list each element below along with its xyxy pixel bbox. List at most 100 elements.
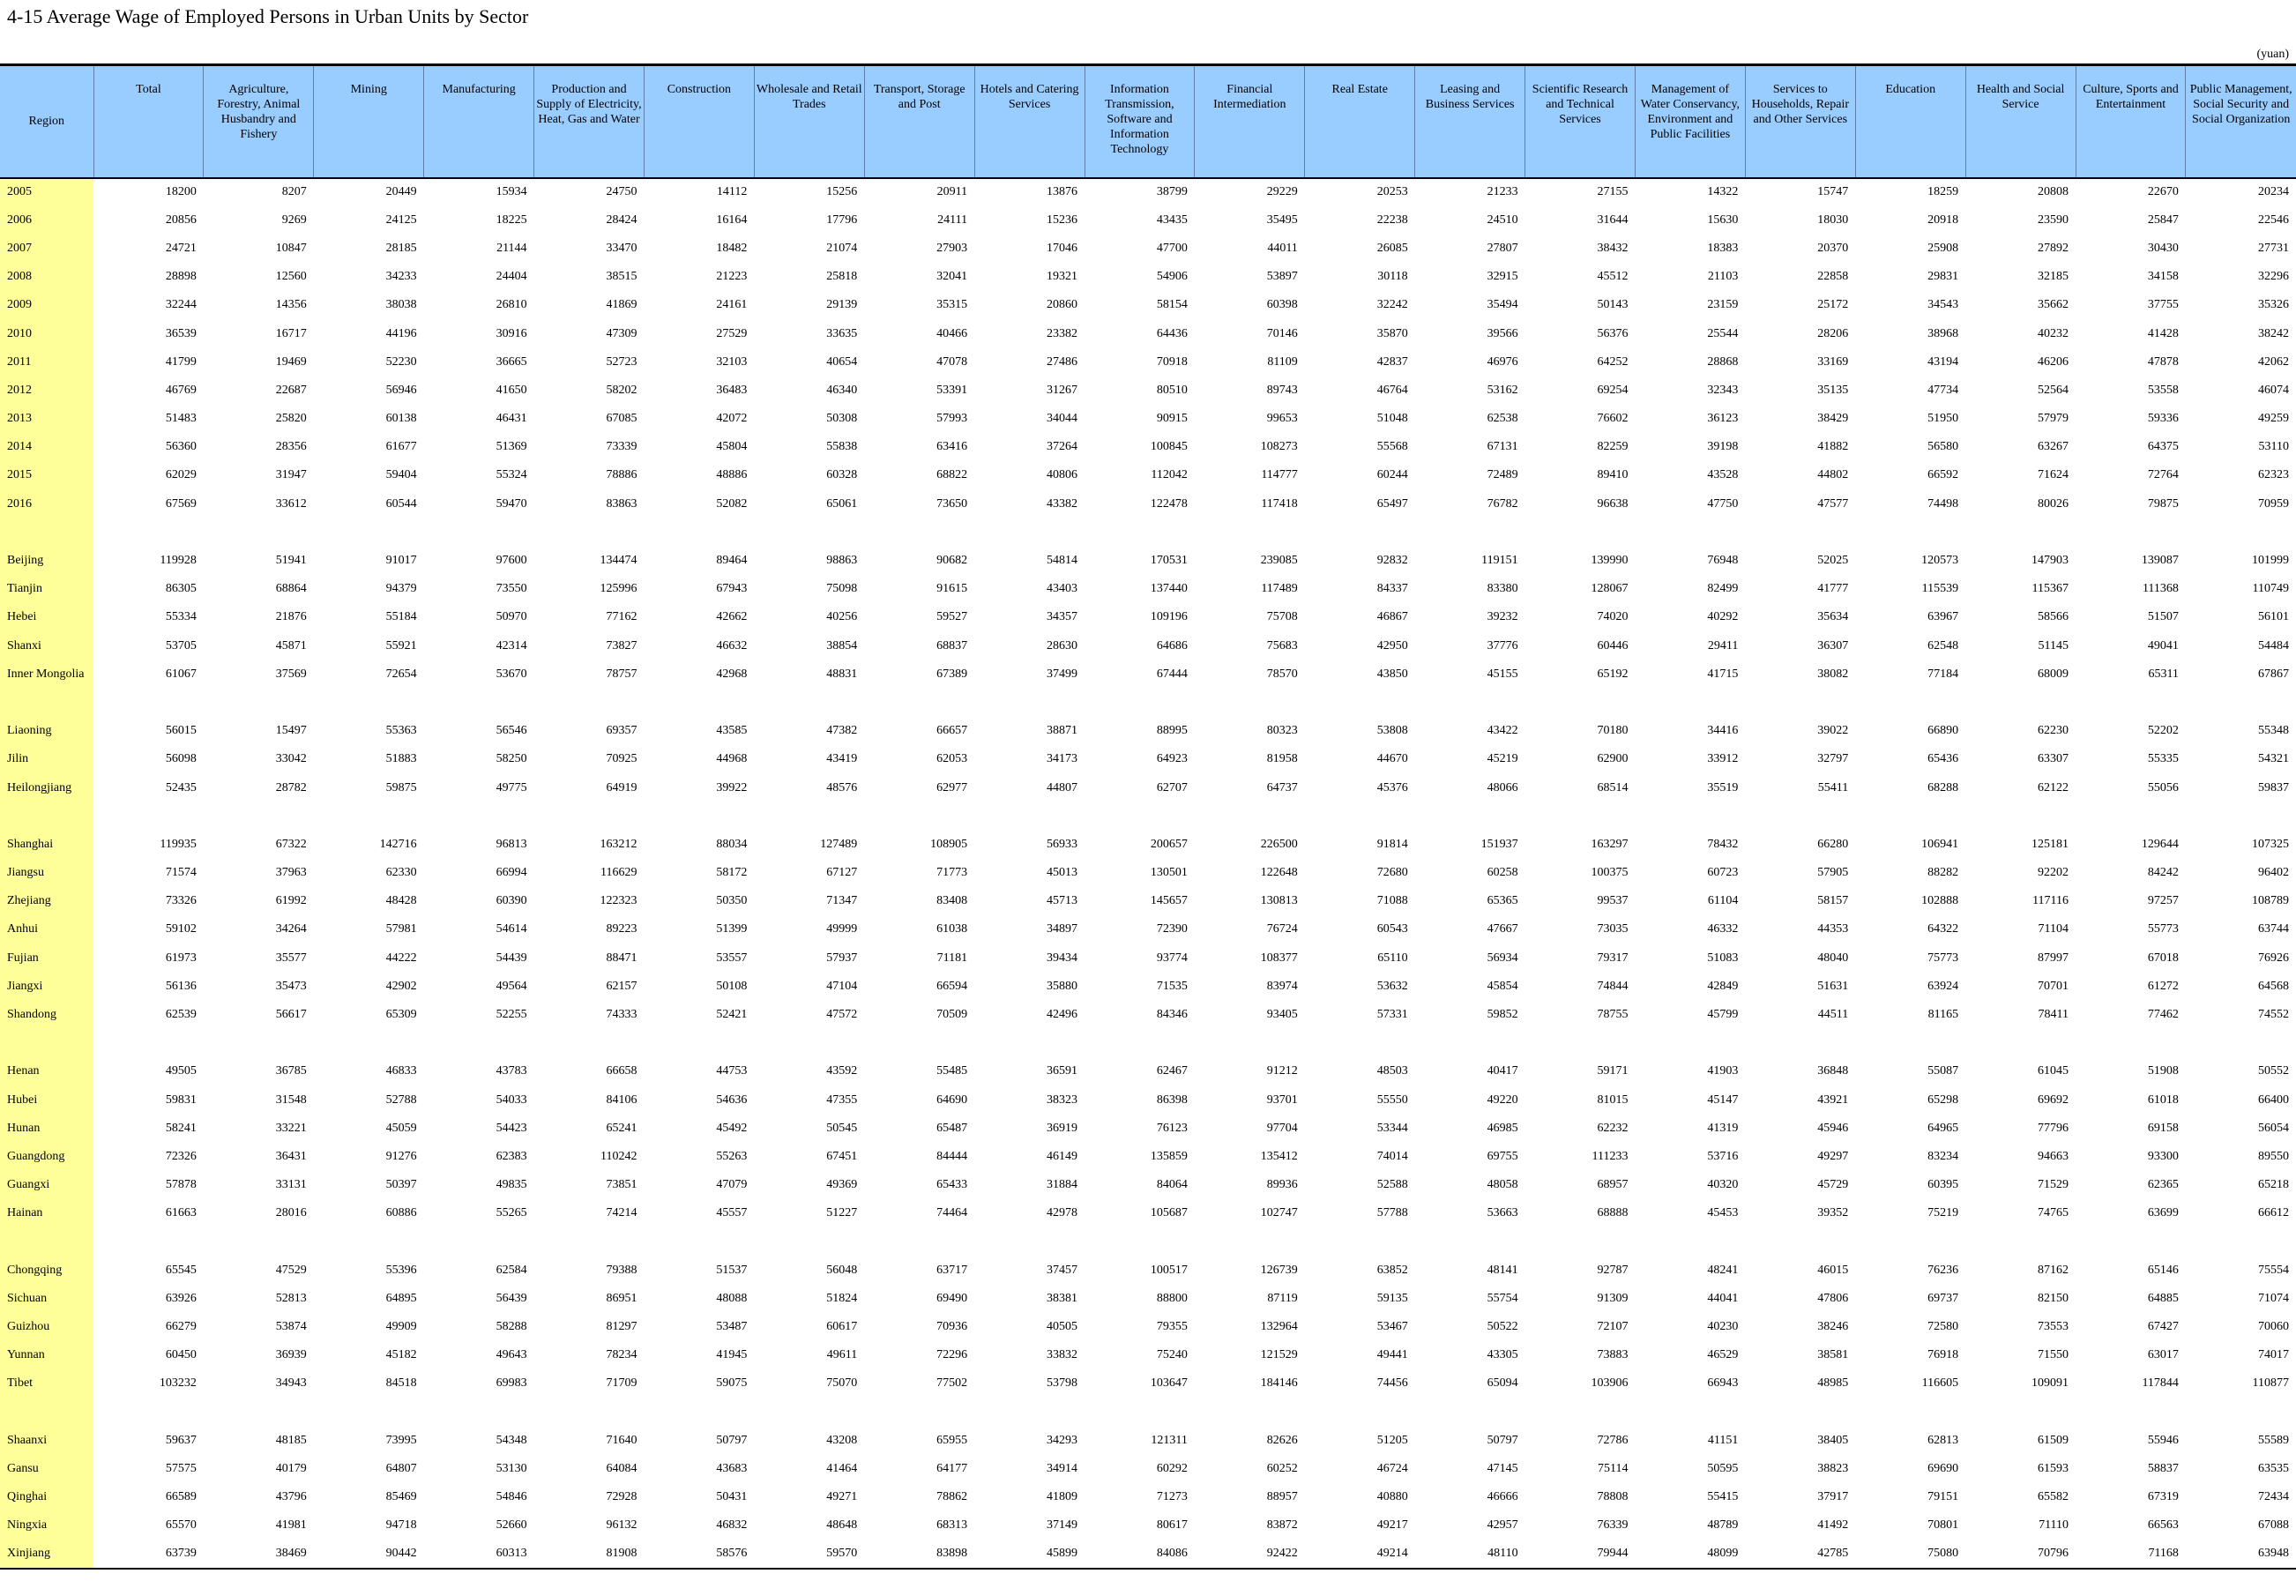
value-cell: 76926 [2258, 951, 2289, 965]
value-cell: 43419 [826, 752, 858, 766]
value-cell: 33131 [275, 1178, 307, 1192]
value-cell: 54439 [496, 951, 527, 965]
value-cell: 40230 [1707, 1320, 1739, 1334]
value-cell: 63535 [2258, 1462, 2289, 1476]
value-cell: 109196 [1150, 610, 1188, 624]
empty-cell [1745, 1029, 1855, 1057]
value-cell: 40256 [826, 610, 858, 624]
value-cell: 69983 [496, 1376, 527, 1391]
empty-cell [1965, 802, 2076, 831]
value-cell: 109091 [2031, 1376, 2069, 1391]
empty-cell [314, 689, 424, 717]
value-cell: 59470 [496, 496, 527, 511]
value-cell: 87162 [2038, 1263, 2069, 1277]
value-cell: 20856 [165, 213, 197, 227]
value-cell: 78411 [2038, 1008, 2069, 1022]
region-cell: Shanghai [0, 830, 93, 859]
table-row: Fujian 61973 35577 44222 54439 88471 53557 5793… [0, 943, 2296, 973]
value-cell: 94379 [385, 582, 417, 596]
value-cell: 8207 [281, 185, 307, 199]
value-cell: 43435 [1156, 213, 1188, 227]
value-cell: 60395 [1927, 1178, 1959, 1192]
table-row: 2015 62029 31947 59404 55324 78886 48886 60328 6… [0, 461, 2296, 490]
empty-cell [534, 1227, 645, 1256]
value-cell: 110242 [600, 1149, 637, 1163]
value-cell: 45453 [1707, 1206, 1739, 1220]
value-cell: 65433 [936, 1178, 968, 1192]
value-cell: 61663 [165, 1206, 197, 1220]
value-cell: 43921 [1817, 1093, 1849, 1107]
table-row: 2012 46769 22687 56946 41650 58202 36483 46340 5… [0, 376, 2296, 405]
value-cell: 52255 [496, 1008, 527, 1022]
value-cell: 47700 [1156, 241, 1188, 255]
value-cell: 22687 [275, 383, 307, 397]
table-row: 2009 32244 14356 38038 26810 41869 24161 29139 3… [0, 291, 2296, 320]
value-cell: 56136 [165, 979, 197, 993]
value-cell: 55485 [936, 1064, 968, 1078]
value-cell: 83408 [936, 894, 968, 908]
value-cell: 35519 [1707, 780, 1739, 794]
empty-cell [1305, 802, 1415, 831]
value-cell: 116629 [600, 866, 637, 880]
region-cell: Hebei [0, 603, 93, 632]
value-cell: 56360 [165, 440, 197, 454]
empty-cell [1525, 518, 1636, 547]
value-cell: 42662 [716, 610, 748, 624]
value-cell: 22670 [2147, 185, 2179, 199]
value-cell: 32797 [1817, 752, 1849, 766]
value-cell: 49775 [496, 780, 527, 794]
value-cell: 115367 [2031, 582, 2069, 596]
value-cell: 62232 [1597, 1121, 1629, 1135]
value-cell: 46074 [2258, 383, 2289, 397]
empty-cell [644, 689, 754, 717]
empty-cell [644, 802, 754, 831]
value-cell: 67131 [1487, 440, 1518, 454]
value-cell: 53632 [1376, 979, 1408, 993]
value-cell: 72928 [606, 1490, 637, 1504]
value-cell: 15934 [496, 185, 527, 199]
empty-cell [1635, 1227, 1745, 1256]
value-cell: 145657 [1150, 894, 1188, 908]
value-cell: 40505 [1047, 1320, 1078, 1334]
value-cell: 103647 [1150, 1376, 1188, 1391]
value-cell: 64965 [1927, 1121, 1959, 1135]
region-cell: Qinghai [0, 1483, 93, 1512]
value-cell: 38082 [1817, 667, 1849, 681]
value-cell: 41981 [275, 1518, 307, 1533]
value-cell: 59336 [2147, 412, 2179, 426]
value-cell: 81015 [1597, 1093, 1629, 1107]
value-cell: 139087 [2141, 554, 2179, 568]
value-cell: 100845 [1150, 440, 1188, 454]
value-cell: 49271 [826, 1490, 858, 1504]
value-cell: 78886 [606, 468, 637, 482]
value-cell: 46332 [1707, 922, 1739, 936]
value-cell: 32244 [165, 298, 197, 312]
region-cell: 2011 [0, 347, 93, 377]
table-row: Shaanxi 59637 48185 73995 54348 71640 50797 432… [0, 1426, 2296, 1455]
empty-cell [2186, 802, 2296, 831]
value-cell: 55263 [716, 1149, 748, 1163]
value-cell: 53874 [275, 1320, 307, 1334]
table-row: Guangdong 72326 36431 91276 62383 110242 55263… [0, 1142, 2296, 1172]
column-header: Transport, Storage and Post [863, 63, 975, 179]
empty-cell [974, 518, 1085, 547]
value-cell: 122478 [1150, 496, 1188, 511]
value-cell: 64686 [1156, 638, 1188, 653]
value-cell: 35326 [2258, 298, 2289, 312]
value-cell: 51399 [716, 922, 748, 936]
region-cell: 2009 [0, 291, 93, 320]
value-cell: 97257 [2147, 894, 2179, 908]
value-cell: 73553 [2038, 1320, 2069, 1334]
value-cell: 81958 [1266, 752, 1298, 766]
value-cell: 48241 [1707, 1263, 1739, 1277]
value-cell: 45219 [1487, 752, 1518, 766]
empty-cell [1965, 1227, 2076, 1256]
value-cell: 135412 [1260, 1149, 1298, 1163]
value-cell: 64923 [1156, 752, 1188, 766]
value-cell: 35662 [2038, 298, 2069, 312]
value-cell: 52230 [385, 354, 417, 369]
empty-cell [204, 1398, 314, 1427]
table-row: Jilin 56098 33042 51883 58250 70925 44968 43419… [0, 745, 2296, 774]
value-cell: 57979 [2038, 412, 2069, 426]
value-cell: 38823 [1817, 1462, 1849, 1476]
